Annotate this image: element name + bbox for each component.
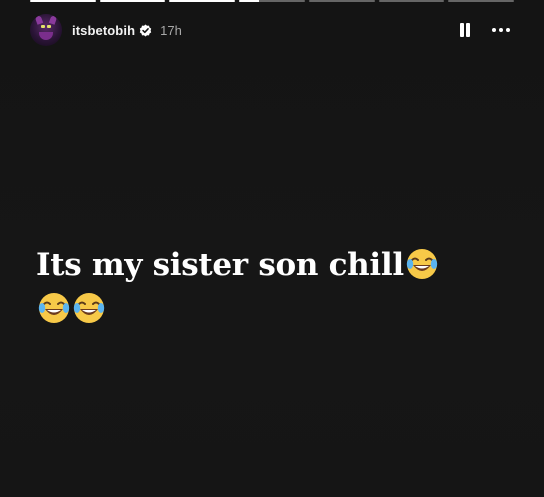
story-progress-segment <box>308 0 375 2</box>
story-progress-segment <box>169 0 236 2</box>
laughing-crying-emoji-icon <box>72 291 106 325</box>
avatar-horn-right <box>48 15 58 25</box>
story-timestamp: 17h <box>160 22 182 38</box>
story-progress-fill <box>169 0 236 2</box>
story-progress-segment <box>99 0 166 2</box>
avatar-horn-left <box>34 15 44 25</box>
laughing-crying-emoji-icon <box>405 247 439 281</box>
avatar-mouth <box>39 32 53 40</box>
story-progress-fill <box>30 0 96 2</box>
story-progress-segment <box>378 0 445 2</box>
caption-text: Its my sister son chill <box>36 247 404 283</box>
laughing-crying-emoji-icon <box>37 291 71 325</box>
story-progress-bar <box>30 0 515 2</box>
pause-icon <box>459 23 471 37</box>
story-progress-fill <box>239 0 259 2</box>
avatar-eye-right <box>47 25 51 28</box>
username-link[interactable]: itsbetobih <box>72 23 135 38</box>
story-progress-segment <box>30 0 96 2</box>
more-options-button[interactable] <box>488 17 514 43</box>
story-progress-segment <box>448 0 515 2</box>
story-viewer[interactable]: itsbetobih 17h Its my sister son chill <box>0 0 544 497</box>
story-progress-fill <box>99 0 166 2</box>
story-progress-segment <box>239 0 305 2</box>
more-options-icon <box>492 28 510 32</box>
avatar[interactable] <box>30 14 62 46</box>
avatar-eye-left <box>41 25 45 28</box>
verified-badge-icon <box>139 24 152 37</box>
story-caption: Its my sister son chill <box>36 243 506 331</box>
pause-button[interactable] <box>452 17 478 43</box>
caption-emoji-line <box>36 287 506 331</box>
story-header: itsbetobih 17h <box>30 13 514 47</box>
